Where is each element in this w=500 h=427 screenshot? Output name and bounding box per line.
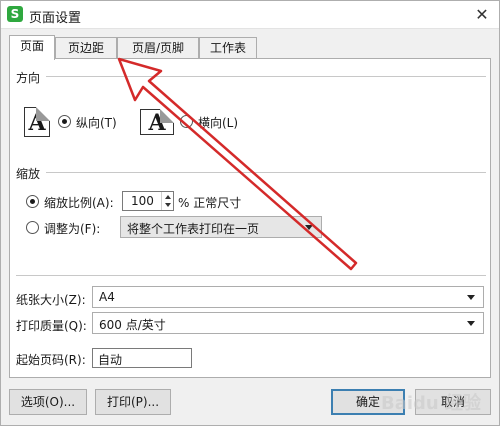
paper-size-label: 纸张大小(Z): (16, 293, 86, 307)
scale-stepper[interactable]: 100 (122, 191, 174, 211)
landscape-label[interactable]: 横向(L) (198, 114, 238, 131)
scale-value: 100 (131, 194, 154, 208)
scaling-divider (46, 172, 486, 173)
fit-radio[interactable] (26, 221, 39, 234)
fit-label[interactable]: 调整为(F): (44, 220, 100, 237)
spin-up-icon[interactable] (165, 195, 171, 199)
orientation-divider (46, 76, 486, 77)
spin-down-icon[interactable] (165, 203, 171, 207)
chevron-down-icon (305, 225, 313, 230)
portrait-radio[interactable] (58, 115, 71, 128)
print-quality-label: 打印质量(Q): (16, 319, 87, 333)
fit-option: 将整个工作表打印在一页 (127, 222, 260, 236)
landscape-radio[interactable] (180, 115, 193, 128)
paper-size-dropdown[interactable]: A4 (92, 286, 484, 308)
chevron-down-icon (467, 295, 475, 300)
title-bar: S 页面设置 ✕ (1, 1, 499, 29)
print-quality-value: 600 点/英寸 (99, 318, 166, 332)
start-page-input[interactable]: 自动 (92, 348, 192, 368)
orientation-group-label: 方向 (16, 71, 41, 85)
start-page-value: 自动 (98, 353, 123, 367)
print-button[interactable]: 打印(P)... (95, 389, 171, 415)
watermark: Baidu 经验 (380, 393, 481, 414)
paper-size-value: A4 (99, 290, 115, 304)
tab-page[interactable]: 页面 (9, 35, 55, 60)
wps-app-icon: S (7, 6, 23, 22)
scale-radio[interactable] (26, 195, 39, 208)
scale-label[interactable]: 缩放比例(A): (44, 194, 114, 211)
tab-header-footer[interactable]: 页眉/页脚 (117, 37, 199, 59)
landscape-page-icon: A (140, 109, 174, 136)
scaling-group-label: 缩放 (16, 167, 41, 181)
print-quality-dropdown[interactable]: 600 点/英寸 (92, 312, 484, 334)
portrait-label[interactable]: 纵向(T) (76, 114, 117, 131)
options-button[interactable]: 选项(O)... (9, 389, 87, 415)
start-page-label: 起始页码(R): (16, 353, 86, 367)
paper-divider (16, 275, 486, 276)
stepper-arrows[interactable] (161, 192, 173, 210)
chevron-down-icon (467, 321, 475, 326)
page-tab-panel: 方向 A 纵向(T) A 横向(L) 缩放 缩放比例(A): 100 % 正常尺… (9, 58, 491, 378)
fit-dropdown[interactable]: 将整个工作表打印在一页 (120, 216, 322, 238)
portrait-page-icon: A (24, 107, 50, 137)
tab-worksheet[interactable]: 工作表 (199, 37, 257, 59)
tab-margins[interactable]: 页边距 (55, 37, 117, 59)
dialog-title: 页面设置 (29, 11, 82, 26)
page-setup-dialog: S 页面设置 ✕ 页面 页边距 页眉/页脚 工作表 方向 A 纵向(T) A 横… (0, 0, 500, 426)
close-icon[interactable]: ✕ (471, 4, 493, 26)
scale-suffix: % 正常尺寸 (178, 196, 242, 210)
